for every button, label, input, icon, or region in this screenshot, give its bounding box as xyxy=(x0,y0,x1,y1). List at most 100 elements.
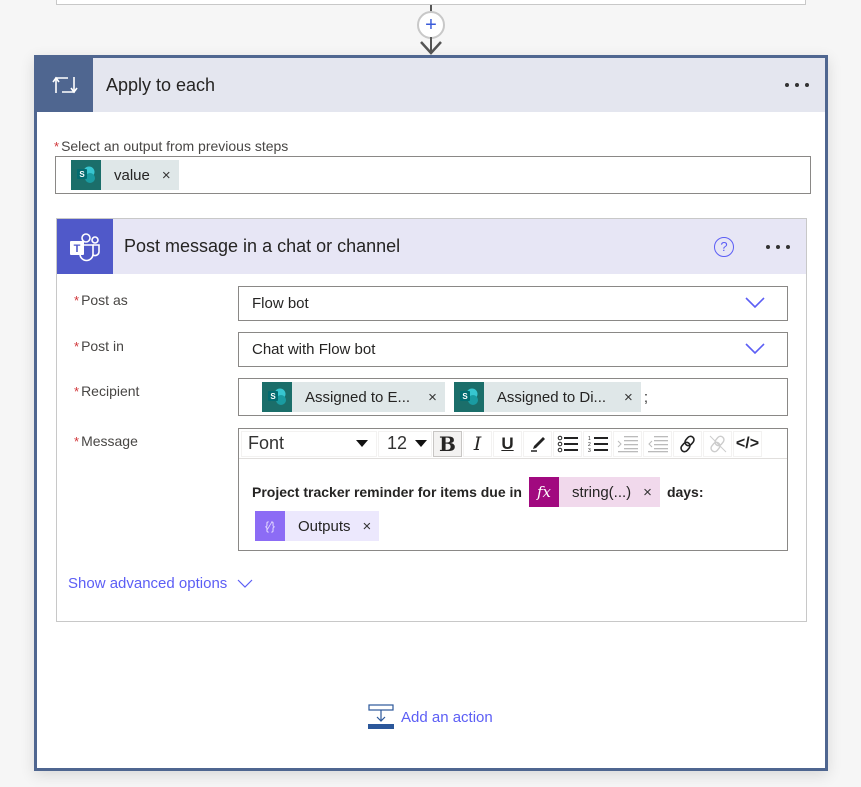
apply-to-each-title: Apply to each xyxy=(106,74,216,95)
post-in-label-text: Post in xyxy=(81,338,124,354)
post-message-header[interactable]: T Post message in a chat or channel ? xyxy=(57,219,806,274)
message-line: {⁄} Outputs × xyxy=(252,509,774,543)
svg-text:S: S xyxy=(270,392,276,401)
apply-to-each-card: Apply to each * Select an output from pre… xyxy=(34,55,828,771)
sharepoint-icon: S xyxy=(262,382,292,412)
select-output-label: * Select an output from previous steps xyxy=(54,138,288,154)
required-marker: * xyxy=(74,434,80,449)
post-message-title: Post message in a chat or channel xyxy=(124,236,401,256)
remove-token-icon[interactable]: × xyxy=(154,167,179,184)
editor-toolbar: Font 12 B I U 123 </> xyxy=(239,429,787,459)
message-text: days: xyxy=(666,483,704,500)
svg-text:3: 3 xyxy=(588,448,591,453)
font-size-dropdown[interactable]: 12 xyxy=(378,430,432,457)
add-action-icon xyxy=(368,704,394,729)
outdent-icon xyxy=(647,435,668,452)
svg-text:T: T xyxy=(74,243,81,255)
apply-to-each-header[interactable]: Apply to each xyxy=(37,58,825,112)
message-label: * Message xyxy=(74,433,138,449)
chevron-down-icon xyxy=(745,297,765,309)
insert-step-button[interactable]: + xyxy=(417,11,445,39)
arrow-down-icon xyxy=(420,37,442,55)
pen-icon xyxy=(530,436,545,452)
unlink-button[interactable] xyxy=(703,430,732,457)
post-as-label-text: Post as xyxy=(81,292,128,308)
message-editor[interactable]: Font 12 B I U 123 </> Project tracker re… xyxy=(238,428,788,551)
chevron-down-icon xyxy=(237,579,253,588)
caret-down-icon xyxy=(356,440,368,447)
token-label: Outputs xyxy=(298,517,351,535)
expression-token[interactable]: fx string(...) × xyxy=(528,475,660,510)
recipient-separator: ; xyxy=(643,388,648,406)
font-value: Font xyxy=(248,433,285,453)
variable-icon: {⁄} xyxy=(255,511,285,541)
token-label: Assigned to E... xyxy=(305,388,411,406)
bullet-list-button[interactable] xyxy=(553,430,582,457)
outdent-button[interactable] xyxy=(643,430,672,457)
plus-icon: + xyxy=(425,14,437,36)
link-button[interactable] xyxy=(673,430,702,457)
required-marker: * xyxy=(54,139,60,154)
bold-button[interactable]: B xyxy=(433,430,462,457)
recipient-input[interactable]: S Assigned to E... × S Assigned to Di...… xyxy=(238,378,788,416)
token-label: Assigned to Di... xyxy=(496,388,607,406)
post-as-label: * Post as xyxy=(74,292,128,308)
recipient-token[interactable]: S Assigned to Di... × xyxy=(453,382,641,412)
select-output-input[interactable]: S value × xyxy=(55,156,811,194)
remove-token-icon[interactable]: × xyxy=(414,389,445,406)
recipient-label: * Recipient xyxy=(74,383,139,399)
indent-button[interactable] xyxy=(613,430,642,457)
post-as-value: Flow bot xyxy=(252,295,309,312)
show-advanced-options-link[interactable]: Show advanced options xyxy=(68,575,253,592)
token-label: value xyxy=(114,166,150,184)
sharepoint-icon: S xyxy=(453,382,484,412)
message-text: Project tracker reminder for items due i… xyxy=(252,483,522,500)
post-in-dropdown[interactable]: Chat with Flow bot xyxy=(238,332,788,367)
recipient-label-text: Recipient xyxy=(81,383,140,399)
numbered-list-icon: 123 xyxy=(588,436,608,453)
message-line: Project tracker reminder for items due i… xyxy=(252,475,774,509)
underline-button[interactable]: U xyxy=(493,430,522,457)
chevron-down-icon xyxy=(745,343,765,355)
loop-icon xyxy=(37,58,93,112)
font-size-value: 12 xyxy=(387,433,408,453)
caret-down-icon xyxy=(415,440,427,447)
add-action-button[interactable]: Add an action xyxy=(368,704,493,730)
remove-token-icon[interactable]: × xyxy=(355,509,380,544)
indent-icon xyxy=(617,435,638,452)
bullet-list-icon xyxy=(557,435,578,452)
post-in-label: * Post in xyxy=(74,338,124,354)
teams-icon: T xyxy=(57,219,113,274)
required-marker: * xyxy=(74,293,80,308)
select-output-label-text: Select an output from previous steps xyxy=(61,138,289,154)
more-options-icon[interactable] xyxy=(783,77,811,93)
sharepoint-icon: S xyxy=(71,160,101,190)
token-label: string(...) xyxy=(571,483,632,501)
message-label-text: Message xyxy=(81,433,138,449)
post-as-dropdown[interactable]: Flow bot xyxy=(238,286,788,321)
post-message-card: T Post message in a chat or channel ? * P… xyxy=(56,218,807,622)
function-icon: fx xyxy=(528,477,559,507)
help-icon[interactable]: ? xyxy=(714,236,734,257)
code-view-button[interactable]: </> xyxy=(733,430,762,457)
show-advanced-options-label: Show advanced options xyxy=(68,575,228,592)
more-options-icon[interactable] xyxy=(764,239,792,255)
italic-button[interactable]: I xyxy=(463,430,492,457)
remove-token-icon[interactable]: × xyxy=(635,475,660,510)
font-dropdown[interactable]: Font xyxy=(241,430,377,457)
required-marker: * xyxy=(74,339,80,354)
remove-token-icon[interactable]: × xyxy=(610,389,641,406)
link-icon xyxy=(679,435,695,452)
value-token[interactable]: S value × xyxy=(71,160,179,190)
highlight-button[interactable] xyxy=(523,430,552,457)
svg-text:S: S xyxy=(462,392,468,401)
svg-text:S: S xyxy=(79,170,85,179)
post-in-value: Chat with Flow bot xyxy=(252,341,376,358)
required-marker: * xyxy=(74,384,80,399)
message-content[interactable]: Project tracker reminder for items due i… xyxy=(239,459,787,543)
unlink-icon xyxy=(709,435,726,452)
recipient-token[interactable]: S Assigned to E... × xyxy=(262,382,445,412)
numbered-list-button[interactable]: 123 xyxy=(583,430,612,457)
add-action-label: Add an action xyxy=(401,708,493,726)
variable-token[interactable]: {⁄} Outputs × xyxy=(255,509,380,544)
